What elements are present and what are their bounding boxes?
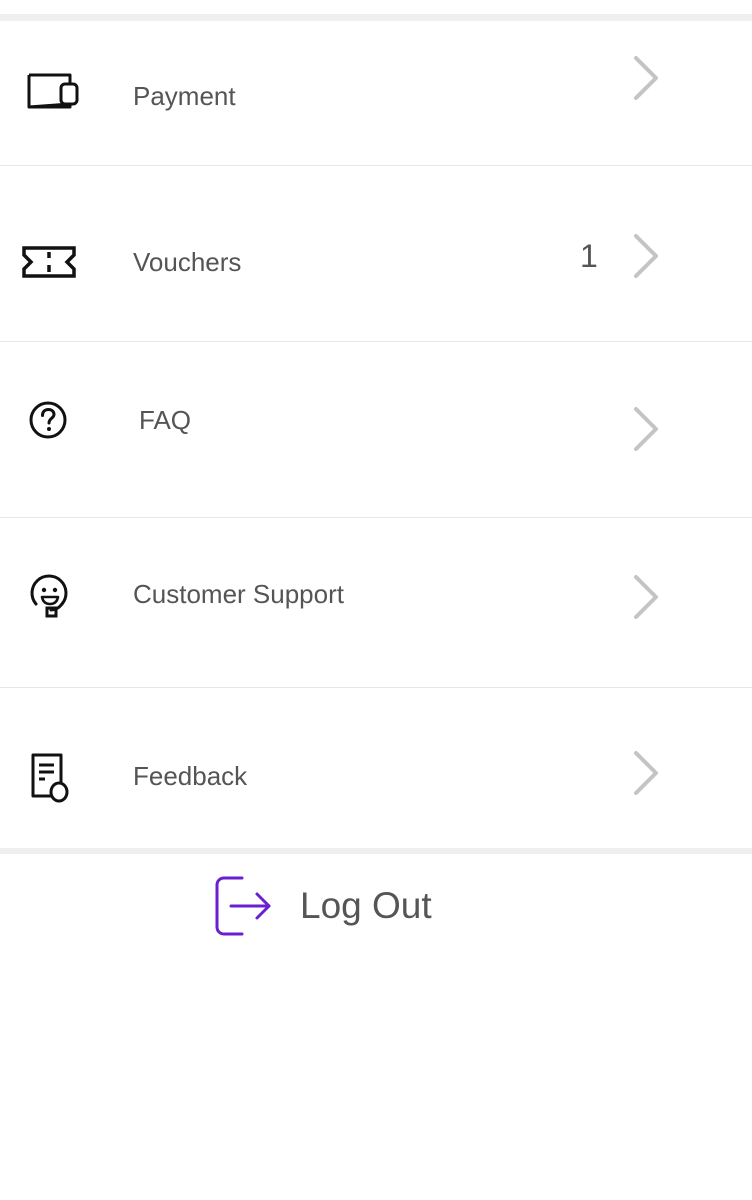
menu-item-label: FAQ: [139, 405, 192, 435]
chevron-right-icon: [630, 233, 662, 279]
top-divider: [0, 14, 752, 21]
chevron-right-icon: [630, 574, 662, 620]
menu-item-label: Customer Support: [133, 579, 344, 609]
menu-item-label: Feedback: [133, 761, 248, 791]
logout-icon: [212, 874, 276, 943]
logout-button[interactable]: Log Out: [212, 874, 452, 938]
bottom-divider: [0, 848, 752, 854]
menu-item-label: Vouchers: [133, 247, 242, 277]
question-circle-icon: [28, 400, 68, 440]
logout-label: Log Out: [300, 885, 432, 926]
ticket-icon: [21, 244, 77, 280]
feedback-document-icon: [30, 752, 72, 804]
menu-item-payment[interactable]: Payment: [0, 21, 752, 166]
menu-item-faq[interactable]: FAQ: [0, 342, 752, 518]
menu-item-label: Payment: [133, 81, 236, 111]
wallet-icon: [26, 71, 80, 111]
chevron-right-icon: [630, 55, 662, 101]
chevron-right-icon: [630, 750, 662, 796]
support-agent-icon: [29, 574, 71, 618]
menu-item-vouchers[interactable]: Vouchers 1: [0, 166, 752, 342]
chevron-right-icon: [630, 406, 662, 452]
menu-item-feedback[interactable]: Feedback: [0, 688, 752, 848]
badge-count: 1: [580, 238, 598, 274]
menu-item-customer-support[interactable]: Customer Support: [0, 518, 752, 688]
